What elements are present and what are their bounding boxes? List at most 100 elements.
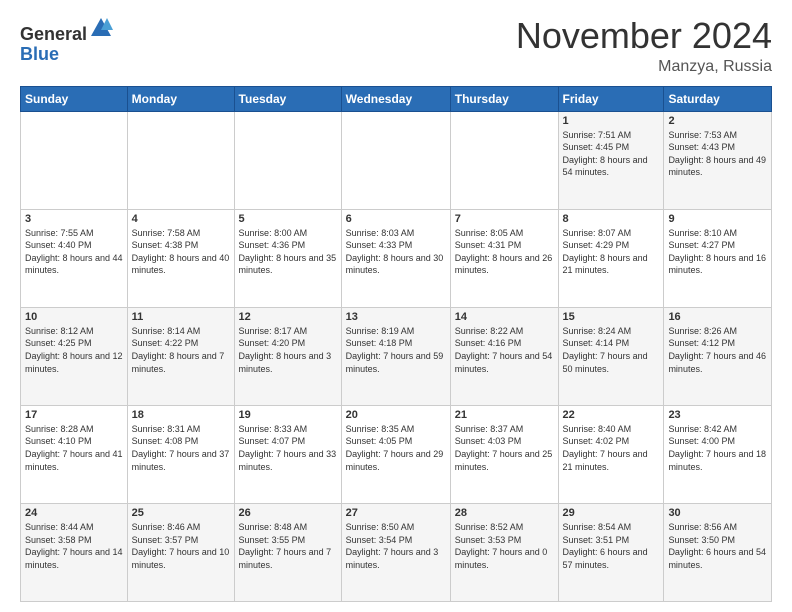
day-number: 20 [346,409,446,421]
day-number: 24 [25,507,123,519]
day-info: Sunrise: 8:00 AM Sunset: 4:36 PM Dayligh… [239,227,337,277]
table-row: 29Sunrise: 8:54 AM Sunset: 3:51 PM Dayli… [558,503,664,601]
day-number: 29 [563,507,660,519]
day-info: Sunrise: 7:58 AM Sunset: 4:38 PM Dayligh… [132,227,230,277]
col-thursday: Thursday [450,86,558,111]
table-row [341,111,450,209]
day-info: Sunrise: 8:42 AM Sunset: 4:00 PM Dayligh… [668,423,767,473]
day-info: Sunrise: 8:24 AM Sunset: 4:14 PM Dayligh… [563,325,660,375]
table-row [450,111,558,209]
table-row: 1 Sunrise: 7:51 AM Sunset: 4:45 PM Daylig… [558,111,664,209]
table-row: 9Sunrise: 8:10 AM Sunset: 4:27 PM Daylig… [664,209,772,307]
day-number: 5 [239,213,337,225]
day-info: Sunrise: 8:03 AM Sunset: 4:33 PM Dayligh… [346,227,446,277]
logo-icon [89,16,113,40]
day-number: 2 [668,115,767,127]
day-number: 21 [455,409,554,421]
table-row: 14 Sunrise: 8:22 AM Sunset: 4:16 PM Dayli… [450,307,558,405]
table-row: 22 Sunrise: 8:40 AM Sunset: 4:02 PM Dayli… [558,405,664,503]
day-number: 13 [346,311,446,323]
page: General Blue November 2024 Manzya, Russi… [0,0,792,612]
table-row: 25Sunrise: 8:46 AM Sunset: 3:57 PM Dayli… [127,503,234,601]
day-number: 14 [455,311,554,323]
day-number: 26 [239,507,337,519]
day-info: Sunrise: 8:19 AM Sunset: 4:18 PM Dayligh… [346,325,446,375]
table-row: 28 Sunrise: 8:52 AM Sunset: 3:53 PM Dayli… [450,503,558,601]
calendar-week-row: 3 Sunrise: 7:55 AM Sunset: 4:40 PM Daylig… [21,209,772,307]
day-number: 30 [668,507,767,519]
day-info: Sunrise: 8:14 AM Sunset: 4:22 PM Dayligh… [132,325,230,375]
table-row: 24 Sunrise: 8:44 AM Sunset: 3:58 PM Dayli… [21,503,128,601]
table-row: 6 Sunrise: 8:03 AM Sunset: 4:33 PM Daylig… [341,209,450,307]
table-row: 30 Sunrise: 8:56 AM Sunset: 3:50 PM Dayli… [664,503,772,601]
day-number: 22 [563,409,660,421]
col-wednesday: Wednesday [341,86,450,111]
day-info: Sunrise: 8:05 AM Sunset: 4:31 PM Dayligh… [455,227,554,277]
day-number: 4 [132,213,230,225]
day-info: Sunrise: 8:44 AM Sunset: 3:58 PM Dayligh… [25,521,123,571]
day-info: Sunrise: 8:52 AM Sunset: 3:53 PM Dayligh… [455,521,554,571]
day-number: 12 [239,311,337,323]
day-info: Sunrise: 8:26 AM Sunset: 4:12 PM Dayligh… [668,325,767,375]
day-number: 10 [25,311,123,323]
table-row: 17 Sunrise: 8:28 AM Sunset: 4:10 PM Dayli… [21,405,128,503]
day-info: Sunrise: 8:22 AM Sunset: 4:16 PM Dayligh… [455,325,554,375]
day-number: 11 [132,311,230,323]
table-row [127,111,234,209]
title-block: November 2024 Manzya, Russia [516,16,772,76]
table-row: 18 Sunrise: 8:31 AM Sunset: 4:08 PM Dayli… [127,405,234,503]
day-info: Sunrise: 7:55 AM Sunset: 4:40 PM Dayligh… [25,227,123,277]
day-info: Sunrise: 8:10 AM Sunset: 4:27 PM Dayligh… [668,227,767,277]
day-info: Sunrise: 8:56 AM Sunset: 3:50 PM Dayligh… [668,521,767,571]
table-row: 12 Sunrise: 8:17 AM Sunset: 4:20 PM Dayli… [234,307,341,405]
col-friday: Friday [558,86,664,111]
logo-blue-text: Blue [20,45,113,65]
day-info: Sunrise: 7:53 AM Sunset: 4:43 PM Dayligh… [668,129,767,179]
day-info: Sunrise: 8:33 AM Sunset: 4:07 PM Dayligh… [239,423,337,473]
table-row [21,111,128,209]
table-row: 16 Sunrise: 8:26 AM Sunset: 4:12 PM Dayli… [664,307,772,405]
day-info: Sunrise: 8:37 AM Sunset: 4:03 PM Dayligh… [455,423,554,473]
logo-blue-label: Blue [20,44,59,64]
day-info: Sunrise: 8:40 AM Sunset: 4:02 PM Dayligh… [563,423,660,473]
table-row: 3 Sunrise: 7:55 AM Sunset: 4:40 PM Daylig… [21,209,128,307]
table-row: 2 Sunrise: 7:53 AM Sunset: 4:43 PM Daylig… [664,111,772,209]
col-tuesday: Tuesday [234,86,341,111]
logo-text: General [20,16,113,45]
calendar-week-row: 1 Sunrise: 7:51 AM Sunset: 4:45 PM Daylig… [21,111,772,209]
col-sunday: Sunday [21,86,128,111]
calendar-table: Sunday Monday Tuesday Wednesday Thursday… [20,86,772,602]
day-info: Sunrise: 7:51 AM Sunset: 4:45 PM Dayligh… [563,129,660,179]
calendar-week-row: 10Sunrise: 8:12 AM Sunset: 4:25 PM Dayli… [21,307,772,405]
table-row: 7 Sunrise: 8:05 AM Sunset: 4:31 PM Daylig… [450,209,558,307]
day-number: 16 [668,311,767,323]
day-number: 15 [563,311,660,323]
day-number: 25 [132,507,230,519]
day-number: 8 [563,213,660,225]
table-row: 23 Sunrise: 8:42 AM Sunset: 4:00 PM Dayli… [664,405,772,503]
calendar-week-row: 24 Sunrise: 8:44 AM Sunset: 3:58 PM Dayli… [21,503,772,601]
table-row: 11 Sunrise: 8:14 AM Sunset: 4:22 PM Dayli… [127,307,234,405]
day-number: 17 [25,409,123,421]
table-row: 26Sunrise: 8:48 AM Sunset: 3:55 PM Dayli… [234,503,341,601]
table-row: 5 Sunrise: 8:00 AM Sunset: 4:36 PM Daylig… [234,209,341,307]
day-number: 28 [455,507,554,519]
day-number: 1 [563,115,660,127]
day-info: Sunrise: 8:31 AM Sunset: 4:08 PM Dayligh… [132,423,230,473]
day-info: Sunrise: 8:17 AM Sunset: 4:20 PM Dayligh… [239,325,337,375]
col-saturday: Saturday [664,86,772,111]
table-row: 21 Sunrise: 8:37 AM Sunset: 4:03 PM Dayli… [450,405,558,503]
day-number: 7 [455,213,554,225]
day-number: 18 [132,409,230,421]
col-monday: Monday [127,86,234,111]
table-row: 15 Sunrise: 8:24 AM Sunset: 4:14 PM Dayli… [558,307,664,405]
table-row: 8Sunrise: 8:07 AM Sunset: 4:29 PM Daylig… [558,209,664,307]
day-info: Sunrise: 8:28 AM Sunset: 4:10 PM Dayligh… [25,423,123,473]
table-row: 19Sunrise: 8:33 AM Sunset: 4:07 PM Dayli… [234,405,341,503]
day-number: 3 [25,213,123,225]
day-number: 23 [668,409,767,421]
day-info: Sunrise: 8:50 AM Sunset: 3:54 PM Dayligh… [346,521,446,571]
day-info: Sunrise: 8:35 AM Sunset: 4:05 PM Dayligh… [346,423,446,473]
day-number: 6 [346,213,446,225]
header: General Blue November 2024 Manzya, Russi… [20,16,772,76]
